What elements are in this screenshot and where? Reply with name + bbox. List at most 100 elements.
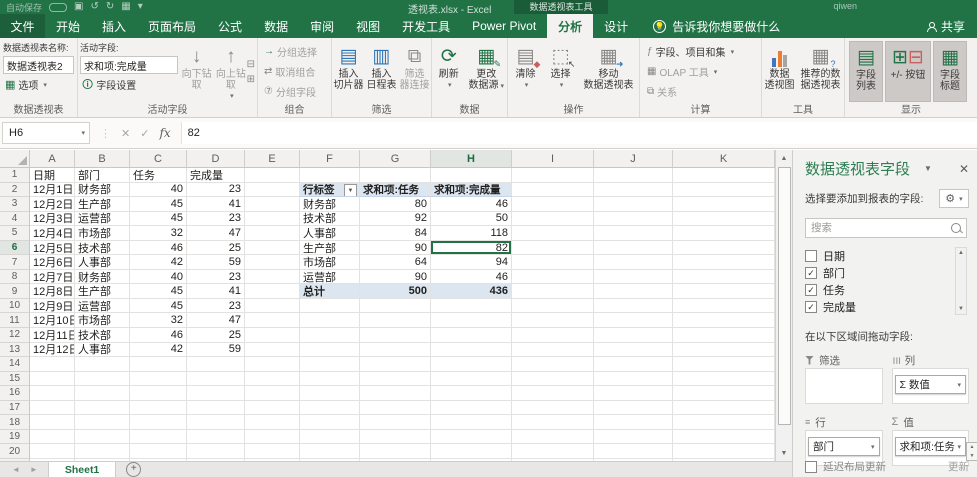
cell-J9[interactable] bbox=[594, 284, 673, 299]
cell-A14[interactable] bbox=[30, 357, 75, 372]
cell-D14[interactable] bbox=[187, 357, 245, 372]
checkbox-任务[interactable]: ✓ bbox=[805, 284, 817, 296]
cell-C17[interactable] bbox=[130, 401, 187, 416]
cell-J13[interactable] bbox=[594, 343, 673, 358]
cell-H19[interactable] bbox=[431, 430, 512, 445]
cell-J18[interactable] bbox=[594, 415, 673, 430]
expand-field-icon[interactable]: ⊞ bbox=[247, 74, 255, 85]
cell-H9[interactable]: 436 bbox=[431, 284, 512, 299]
field-item-日期[interactable]: 日期 bbox=[805, 247, 953, 264]
cell-C12[interactable]: 46 bbox=[130, 328, 187, 343]
cell-K20[interactable] bbox=[673, 444, 775, 459]
cell-F19[interactable] bbox=[300, 430, 360, 445]
cell-B20[interactable] bbox=[75, 444, 130, 459]
row-header-13[interactable]: 13 bbox=[0, 343, 30, 358]
cell-K16[interactable] bbox=[673, 386, 775, 401]
cell-A13[interactable]: 12月12日 bbox=[30, 343, 75, 358]
cell-G11[interactable] bbox=[360, 313, 431, 328]
cell-D18[interactable] bbox=[187, 415, 245, 430]
cell-B5[interactable]: 市场部 bbox=[75, 226, 130, 241]
cell-A8[interactable]: 12月7日 bbox=[30, 270, 75, 285]
sheet-nav-left-icon[interactable]: ◄ bbox=[12, 465, 20, 474]
cell-K12[interactable] bbox=[673, 328, 775, 343]
cell-H15[interactable] bbox=[431, 372, 512, 387]
row-header-20[interactable]: 20 bbox=[0, 444, 30, 459]
cell-E5[interactable] bbox=[245, 226, 300, 241]
cell-K13[interactable] bbox=[673, 343, 775, 358]
cell-K15[interactable] bbox=[673, 372, 775, 387]
cell-H10[interactable] bbox=[431, 299, 512, 314]
row-header-7[interactable]: 7 bbox=[0, 255, 30, 270]
tab-开始[interactable]: 开始 bbox=[45, 14, 91, 38]
checkbox-完成量[interactable]: ✓ bbox=[805, 301, 817, 313]
cell-B17[interactable] bbox=[75, 401, 130, 416]
update-button[interactable]: 更新 bbox=[948, 459, 969, 474]
row-header-14[interactable]: 14 bbox=[0, 357, 30, 372]
cell-F17[interactable] bbox=[300, 401, 360, 416]
checkbox-日期[interactable] bbox=[805, 250, 817, 262]
checkbox-部门[interactable]: ✓ bbox=[805, 267, 817, 279]
cell-A17[interactable] bbox=[30, 401, 75, 416]
cell-G7[interactable]: 64 bbox=[360, 255, 431, 270]
cell-I4[interactable] bbox=[512, 212, 594, 227]
ungroup-button[interactable]: ⇄ 取消组合 bbox=[262, 63, 331, 80]
cell-B14[interactable] bbox=[75, 357, 130, 372]
cell-A11[interactable]: 12月10日 bbox=[30, 313, 75, 328]
cell-H3[interactable]: 46 bbox=[431, 197, 512, 212]
cell-D13[interactable]: 59 bbox=[187, 343, 245, 358]
cell-I12[interactable] bbox=[512, 328, 594, 343]
columns-area[interactable]: ☰ 列 Σ 数值▾ bbox=[892, 352, 970, 410]
cell-F14[interactable] bbox=[300, 357, 360, 372]
cell-D20[interactable] bbox=[187, 444, 245, 459]
cell-G13[interactable] bbox=[360, 343, 431, 358]
cell-H16[interactable] bbox=[431, 386, 512, 401]
cell-C6[interactable]: 46 bbox=[130, 241, 187, 256]
cell-F6[interactable]: 生产部 bbox=[300, 241, 360, 256]
column-header-E[interactable]: E bbox=[245, 150, 300, 168]
cell-A19[interactable] bbox=[30, 430, 75, 445]
tab-开发工具[interactable]: 开发工具 bbox=[391, 14, 461, 38]
cell-C13[interactable]: 42 bbox=[130, 343, 187, 358]
cell-G18[interactable] bbox=[360, 415, 431, 430]
cell-B15[interactable] bbox=[75, 372, 130, 387]
cell-D2[interactable]: 23 bbox=[187, 183, 245, 198]
pane-options-dropdown-icon[interactable]: ▼ bbox=[924, 164, 932, 173]
cell-H20[interactable] bbox=[431, 444, 512, 459]
cell-E4[interactable] bbox=[245, 212, 300, 227]
cell-G8[interactable]: 90 bbox=[360, 270, 431, 285]
cell-J10[interactable] bbox=[594, 299, 673, 314]
cell-C14[interactable] bbox=[130, 357, 187, 372]
cell-J11[interactable] bbox=[594, 313, 673, 328]
drill-up-button[interactable]: ↑ 向上钻取▾ bbox=[215, 41, 246, 102]
cell-F5[interactable]: 人事部 bbox=[300, 226, 360, 241]
collapse-field-icon[interactable]: ⊟ bbox=[247, 59, 255, 70]
cell-E7[interactable] bbox=[245, 255, 300, 270]
cell-J4[interactable] bbox=[594, 212, 673, 227]
field-list-toggle[interactable]: ▤ 字段列表 bbox=[849, 41, 883, 102]
column-header-J[interactable]: J bbox=[594, 150, 673, 168]
cell-D11[interactable]: 47 bbox=[187, 313, 245, 328]
field-item-完成量[interactable]: ✓完成量 bbox=[805, 298, 953, 315]
cell-K9[interactable] bbox=[673, 284, 775, 299]
cell-C20[interactable] bbox=[130, 444, 187, 459]
cell-I17[interactable] bbox=[512, 401, 594, 416]
cell-D8[interactable]: 23 bbox=[187, 270, 245, 285]
cell-K2[interactable] bbox=[673, 183, 775, 198]
cell-G9[interactable]: 500 bbox=[360, 284, 431, 299]
field-search-box[interactable] bbox=[805, 218, 967, 238]
field-item-任务[interactable]: ✓任务 bbox=[805, 281, 953, 298]
cell-I5[interactable] bbox=[512, 226, 594, 241]
row-header-6[interactable]: 6 bbox=[0, 241, 30, 256]
cell-E2[interactable] bbox=[245, 183, 300, 198]
cell-H7[interactable]: 94 bbox=[431, 255, 512, 270]
cell-E6[interactable] bbox=[245, 241, 300, 256]
cell-G19[interactable] bbox=[360, 430, 431, 445]
cell-H12[interactable] bbox=[431, 328, 512, 343]
row-header-19[interactable]: 19 bbox=[0, 430, 30, 445]
recommended-pivottables-button[interactable]: ▦? 推荐的数据透视表 bbox=[798, 41, 844, 102]
cell-A9[interactable]: 12月8日 bbox=[30, 284, 75, 299]
cell-E12[interactable] bbox=[245, 328, 300, 343]
tools-gear-button[interactable]: ⚙▾ bbox=[939, 189, 969, 208]
cell-C10[interactable]: 45 bbox=[130, 299, 187, 314]
cell-H17[interactable] bbox=[431, 401, 512, 416]
